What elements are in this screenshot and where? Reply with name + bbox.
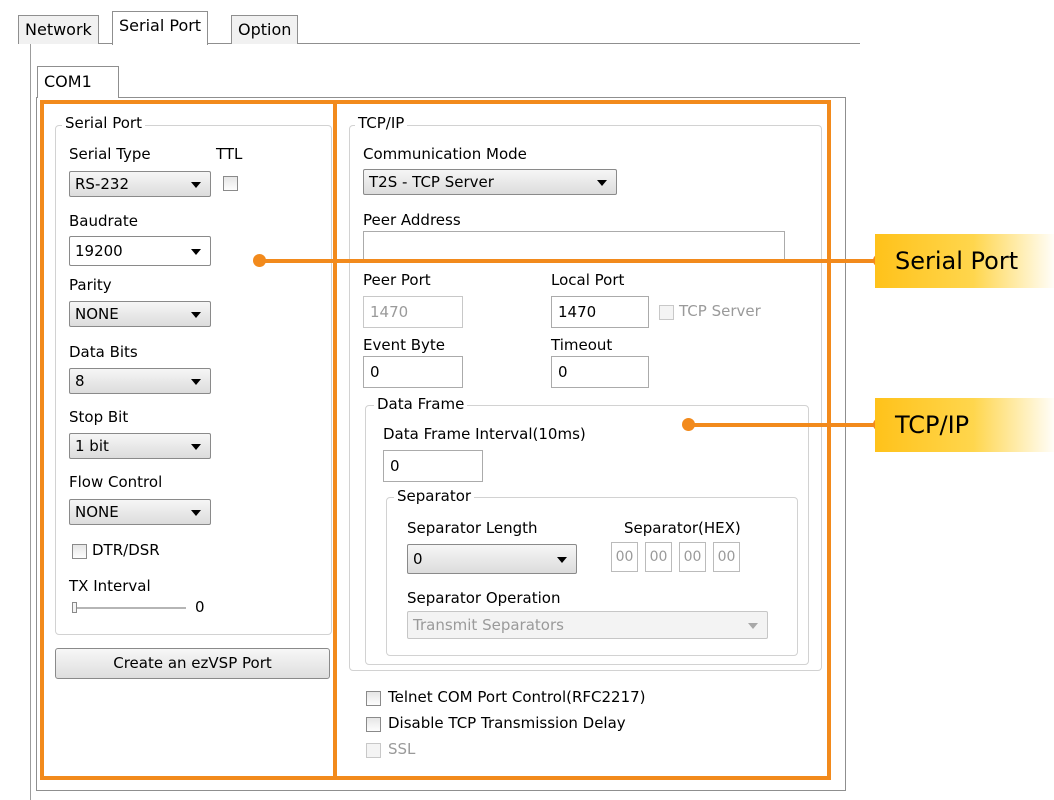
annotation-outer-box	[40, 100, 831, 780]
main-tab-strip: Network Serial Port Option	[18, 7, 860, 45]
tcpip-callout-label: TCP/IP	[875, 398, 1054, 452]
tab-option[interactable]: Option	[231, 15, 299, 44]
serial-port-callout-label: Serial Port	[875, 234, 1054, 288]
serial-port-callout-line	[262, 259, 884, 263]
tab-serial-port[interactable]: Serial Port	[112, 11, 209, 45]
annotation-divider	[333, 100, 337, 780]
tab-com1[interactable]: COM1	[37, 66, 119, 98]
tcpip-callout-line	[690, 423, 884, 427]
tab-network[interactable]: Network	[18, 15, 99, 44]
tab-page-border	[30, 44, 31, 800]
